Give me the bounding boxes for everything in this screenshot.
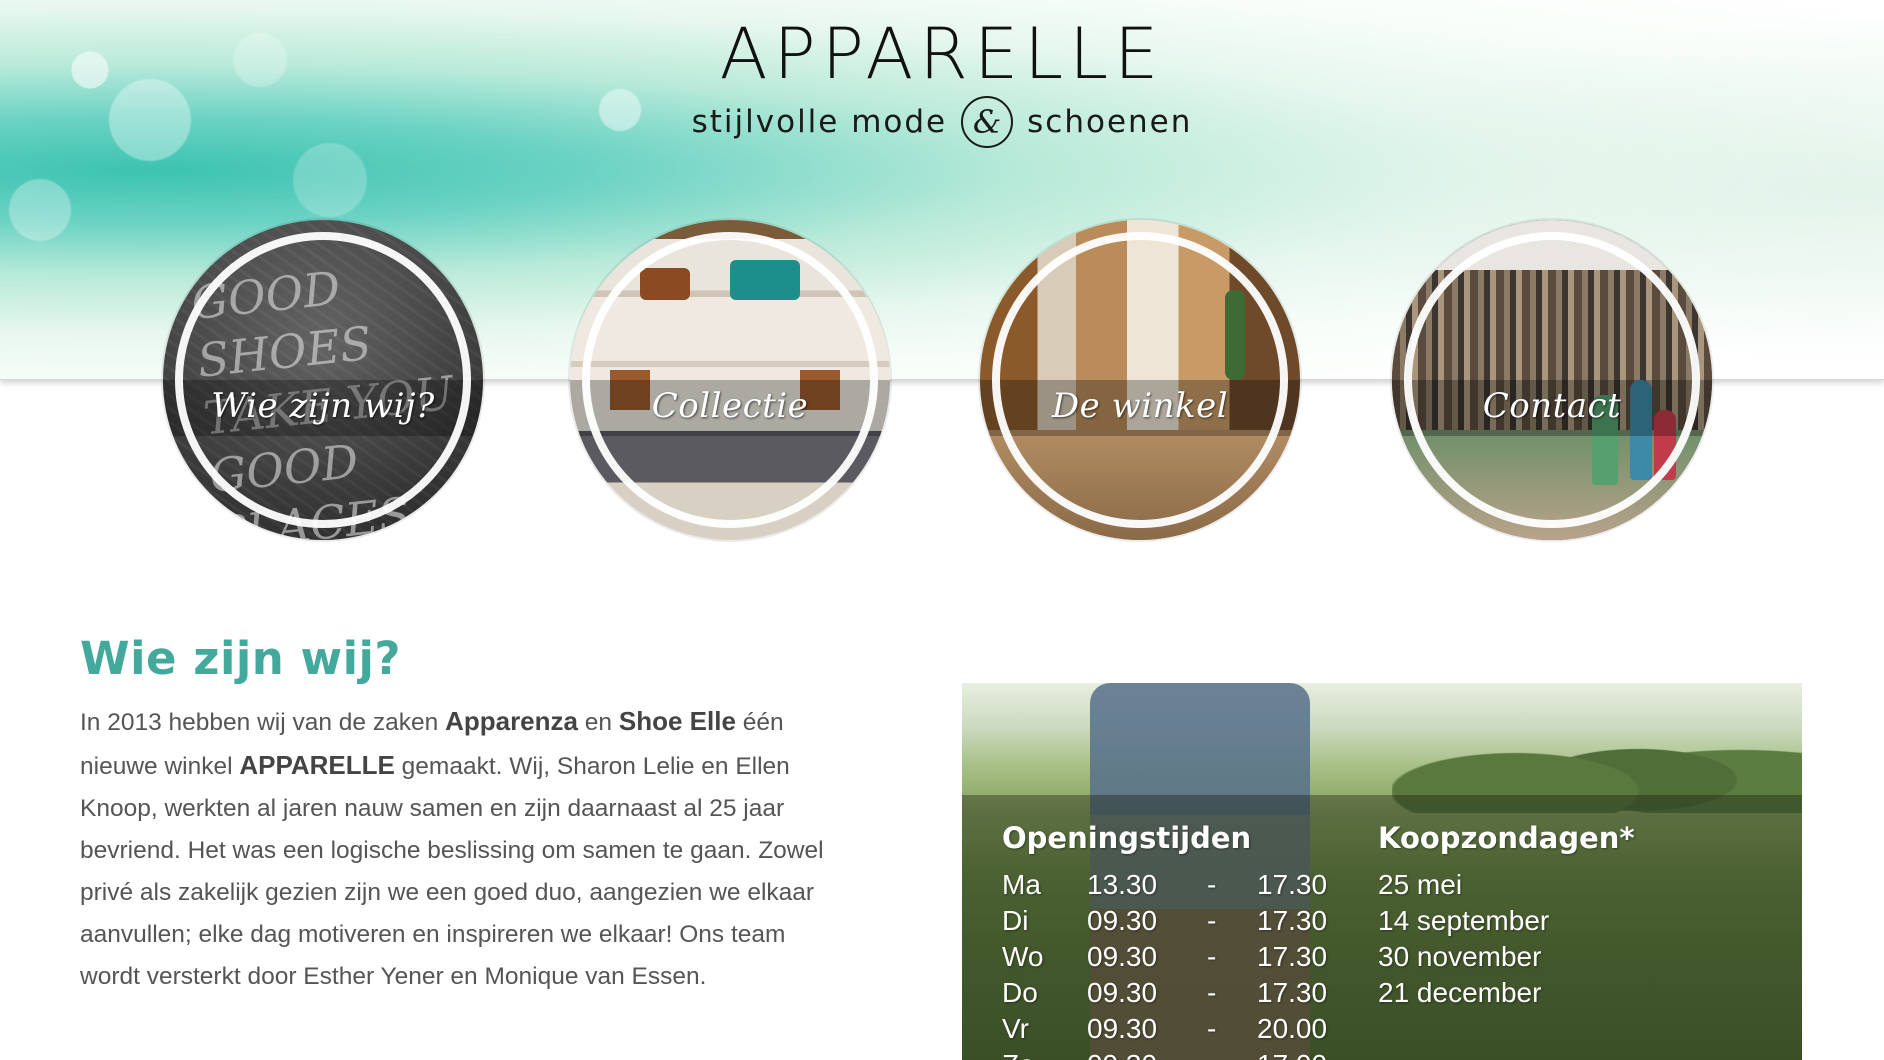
logo-subtitle-left: stijlvolle mode bbox=[691, 104, 948, 140]
koopzondag-date: 21 december bbox=[1378, 977, 1542, 1008]
nav-circle-contact[interactable]: Contact bbox=[1392, 220, 1712, 540]
opening-hours-title: Openingstijden bbox=[1002, 821, 1252, 855]
hours-dash: - bbox=[1207, 941, 1217, 972]
hours-day: Di bbox=[1002, 905, 1029, 936]
hours-day: Do bbox=[1002, 977, 1038, 1008]
circle-ring bbox=[992, 232, 1288, 528]
about-text: gemaakt. Wij, Sharon Lelie en Ellen Knoo… bbox=[80, 753, 824, 990]
hours-close: 17.00 bbox=[1257, 1049, 1327, 1060]
hours-close: 17.30 bbox=[1257, 869, 1328, 900]
nav-label-wie-zijn-wij: Wie zijn wij? bbox=[211, 386, 435, 426]
about-brand-apparenza: Apparenza bbox=[445, 706, 578, 736]
koopzondag-date: 14 september bbox=[1378, 905, 1550, 936]
logo-subtitle-right: schoenen bbox=[1027, 104, 1193, 140]
hours-open: 09.30 bbox=[1087, 941, 1158, 972]
about-brand-apparelle: APPARELLE bbox=[239, 750, 395, 780]
koopzondag-date: 25 mei bbox=[1378, 869, 1463, 900]
hours-open: 09.30 bbox=[1087, 1013, 1158, 1044]
nav-circle-collectie[interactable]: Collectie bbox=[570, 220, 890, 540]
nav-label-contact: Contact bbox=[1482, 386, 1622, 426]
hours-dash: - bbox=[1207, 1013, 1217, 1044]
hours-dash: - bbox=[1207, 869, 1217, 900]
hours-day: Wo bbox=[1002, 941, 1044, 972]
section-title: Wie zijn wij? bbox=[80, 632, 402, 685]
about-text: In 2013 hebben wij van de zaken bbox=[80, 709, 446, 736]
hours-close: 17.30 bbox=[1257, 941, 1328, 972]
logo-title: APPARELLE bbox=[719, 13, 1165, 95]
hours-dash: - bbox=[1207, 1049, 1216, 1060]
circle-ring bbox=[582, 232, 878, 528]
ampersand-icon: & bbox=[961, 96, 1014, 148]
hours-day: Vr bbox=[1002, 1013, 1029, 1044]
hours-dash: - bbox=[1207, 977, 1217, 1008]
nav-label-de-winkel: De winkel bbox=[1051, 386, 1229, 426]
hours-open: 09.30 bbox=[1087, 1049, 1157, 1060]
koopzondag-date: 30 november bbox=[1378, 941, 1542, 972]
hours-day: Ma bbox=[1002, 869, 1041, 900]
hours-day: Za bbox=[1002, 1049, 1035, 1060]
site-logo[interactable]: APPARELLE stijlvolle mode & schoenen bbox=[0, 14, 1884, 148]
logo-subtitle: stijlvolle mode & schoenen bbox=[692, 96, 1193, 148]
opening-hours-panel: Openingstijden Koopzondagen* Ma 13.30 - … bbox=[962, 683, 1802, 1060]
circle-ring bbox=[1404, 232, 1700, 528]
hours-open: 09.30 bbox=[1087, 977, 1158, 1008]
koopzondagen-title: Koopzondagen* bbox=[1378, 821, 1635, 855]
about-brand-shoe-elle: Shoe Elle bbox=[618, 706, 736, 736]
about-text: en bbox=[577, 709, 619, 736]
hours-dash: - bbox=[1207, 905, 1217, 936]
circle-ring bbox=[175, 232, 471, 528]
about-paragraph: In 2013 hebben wij van de zaken Apparenz… bbox=[80, 700, 850, 998]
nav-circle-de-winkel[interactable]: De winkel bbox=[980, 220, 1300, 540]
hours-close: 20.00 bbox=[1257, 1013, 1328, 1044]
hours-close: 17.30 bbox=[1257, 977, 1328, 1008]
hours-open: 13.30 bbox=[1087, 869, 1158, 900]
nav-circle-wie-zijn-wij[interactable]: GOOD SHOES TAKE YOU GOOD PLACES Wie zijn… bbox=[163, 220, 483, 540]
hours-open: 09.30 bbox=[1087, 905, 1158, 936]
nav-label-collectie: Collectie bbox=[651, 386, 809, 426]
hours-close: 17.30 bbox=[1257, 905, 1328, 936]
